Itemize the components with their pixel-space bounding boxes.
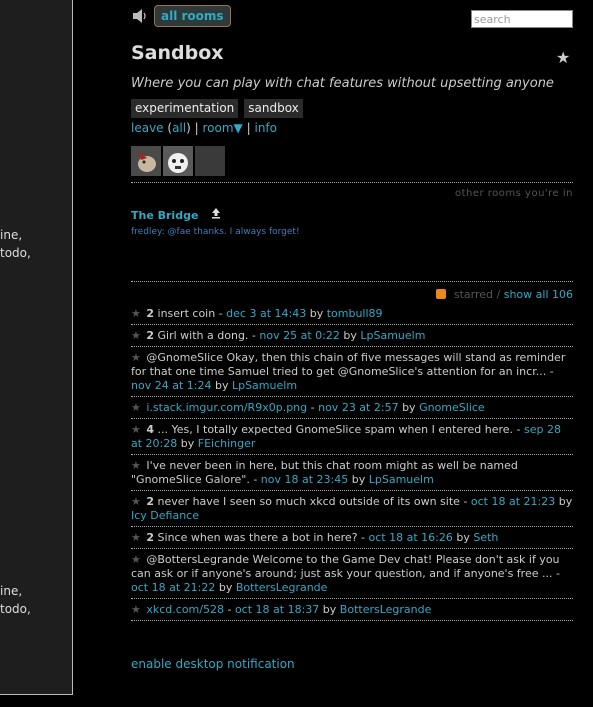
leave-room-icon[interactable] — [210, 207, 222, 219]
room-description: Where you can play with chat features wi… — [131, 76, 554, 91]
message-text: - — [223, 603, 235, 616]
message-user[interactable]: BottersLegrande — [340, 603, 432, 616]
message-user[interactable]: BottersLegrande — [236, 581, 328, 594]
star-icon[interactable]: ★ — [131, 423, 141, 436]
message-text: @BottersLegrande Welcome to the Game Dev… — [131, 553, 560, 580]
sound-icon[interactable] — [131, 8, 149, 24]
starred-message[interactable]: ★ 2 Girl with a dong. - nov 25 at 0:22 b… — [131, 325, 573, 347]
star-icon[interactable]: ★ — [131, 307, 141, 320]
message-text: Since when was there a bot in here? - — [157, 531, 369, 544]
message-time[interactable]: oct 18 at 21:23 — [471, 495, 555, 508]
starred-message[interactable]: ★ 2 never have I seen so much xkcd outsi… — [131, 491, 573, 527]
room-links: leave (all) | room▼ | info — [131, 121, 277, 135]
star-icon[interactable]: ★ — [131, 459, 141, 472]
starred-message[interactable]: ★ i.stack.imgur.com/R9x0p.png - nov 23 a… — [131, 397, 573, 419]
avatar[interactable] — [131, 146, 161, 176]
message-user[interactable]: GnomeSlice — [419, 401, 485, 414]
starred-header: starred / show all 106 — [131, 288, 573, 301]
star-count: 2 — [146, 531, 155, 544]
star-count: 4 — [146, 423, 155, 436]
star-icon[interactable]: ★ — [131, 531, 141, 544]
message-link[interactable]: i.stack.imgur.com/R9x0p.png — [146, 401, 307, 414]
message-user[interactable]: FEichinger — [198, 437, 256, 450]
message-user[interactable]: LpSamuelm — [360, 329, 425, 342]
divider — [131, 281, 573, 282]
starred-message[interactable]: ★ I've never been in here, but this chat… — [131, 455, 573, 491]
star-icon[interactable]: ★ — [131, 495, 141, 508]
star-count: 2 — [146, 329, 155, 342]
message-text: insert coin - — [157, 307, 227, 320]
message-text: Girl with a dong. - — [157, 329, 260, 342]
star-icon[interactable]: ★ — [131, 401, 141, 414]
rss-icon[interactable] — [435, 289, 446, 299]
room-menu-link[interactable]: room▼ — [203, 121, 243, 135]
message-link[interactable]: xkcd.com/528 — [146, 603, 224, 616]
divider — [131, 182, 573, 183]
message-time[interactable]: oct 18 at 18:37 — [235, 603, 319, 616]
message-time[interactable]: oct 18 at 21:22 — [131, 581, 215, 594]
star-icon[interactable]: ★ — [131, 351, 141, 364]
leave-link[interactable]: leave — [131, 121, 164, 135]
starred-message[interactable]: ★ @BottersLegrande Welcome to the Game D… — [131, 549, 573, 599]
room-users — [131, 146, 225, 176]
room-tags: experimentation sandbox — [131, 99, 303, 118]
message-user[interactable]: LpSamuelm — [369, 473, 434, 486]
message-fragment: ine, — [0, 584, 23, 598]
message-text: - — [307, 401, 319, 414]
message-fragment: ine, — [0, 228, 23, 242]
message-user[interactable]: tombull89 — [327, 307, 383, 320]
avatar[interactable] — [163, 146, 193, 176]
room-title: Sandbox — [131, 42, 224, 64]
avatar[interactable] — [195, 146, 225, 176]
message-user[interactable]: Seth — [473, 531, 498, 544]
chat-messages-panel: ine, todo, ine, todo, — [0, 0, 73, 695]
show-all-starred-link[interactable]: show all 106 — [504, 288, 573, 301]
other-rooms-label: other rooms you're in — [454, 188, 573, 199]
message-fragment: todo, — [0, 602, 31, 616]
star-icon[interactable]: ★ — [131, 329, 141, 342]
room-last-message: fredley: @fae thanks. I always forget! — [131, 227, 300, 237]
message-time[interactable]: nov 24 at 1:24 — [131, 379, 211, 392]
star-icon[interactable]: ★ — [131, 553, 141, 566]
search-input[interactable] — [471, 10, 573, 28]
room-link-the-bridge[interactable]: The Bridge — [131, 209, 198, 222]
message-time[interactable]: nov 18 at 23:45 — [261, 473, 348, 486]
starred-message[interactable]: ★ xkcd.com/528 - oct 18 at 18:37 by Bott… — [131, 599, 573, 621]
message-text: ... Yes, I totally expected GnomeSlice s… — [157, 423, 524, 436]
starred-message[interactable]: ★ 2 insert coin - dec 3 at 14:43 by tomb… — [131, 303, 573, 325]
message-user[interactable]: LpSamuelm — [232, 379, 297, 392]
star-icon[interactable]: ★ — [131, 603, 141, 616]
message-text: never have I seen so much xkcd outside o… — [157, 495, 471, 508]
tag[interactable]: sandbox — [244, 99, 303, 118]
leave-all-link[interactable]: all — [172, 121, 186, 135]
info-link[interactable]: info — [254, 121, 277, 135]
message-text: @GnomeSlice Okay, then this chain of fiv… — [131, 351, 566, 378]
tag[interactable]: experimentation — [131, 99, 239, 118]
all-rooms-button[interactable]: all rooms — [154, 5, 231, 27]
star-count: 2 — [146, 495, 155, 508]
message-fragment: todo, — [0, 246, 31, 260]
message-time[interactable]: nov 23 at 2:57 — [318, 401, 398, 414]
message-user[interactable]: Icy Defiance — [131, 509, 199, 522]
starred-list: ★ 2 insert coin - dec 3 at 14:43 by tomb… — [131, 303, 573, 621]
star-icon[interactable]: ★ — [556, 48, 570, 67]
starred-message[interactable]: ★ 2 Since when was there a bot in here? … — [131, 527, 573, 549]
message-time[interactable]: dec 3 at 14:43 — [226, 307, 306, 320]
message-time[interactable]: nov 25 at 0:22 — [259, 329, 339, 342]
star-count: 2 — [146, 307, 155, 320]
message-time[interactable]: oct 18 at 16:26 — [369, 531, 453, 544]
enable-desktop-notification-link[interactable]: enable desktop notification — [131, 657, 295, 671]
starred-message[interactable]: ★ 4 ... Yes, I totally expected GnomeSli… — [131, 419, 573, 455]
starred-message[interactable]: ★ @GnomeSlice Okay, then this chain of f… — [131, 347, 573, 397]
